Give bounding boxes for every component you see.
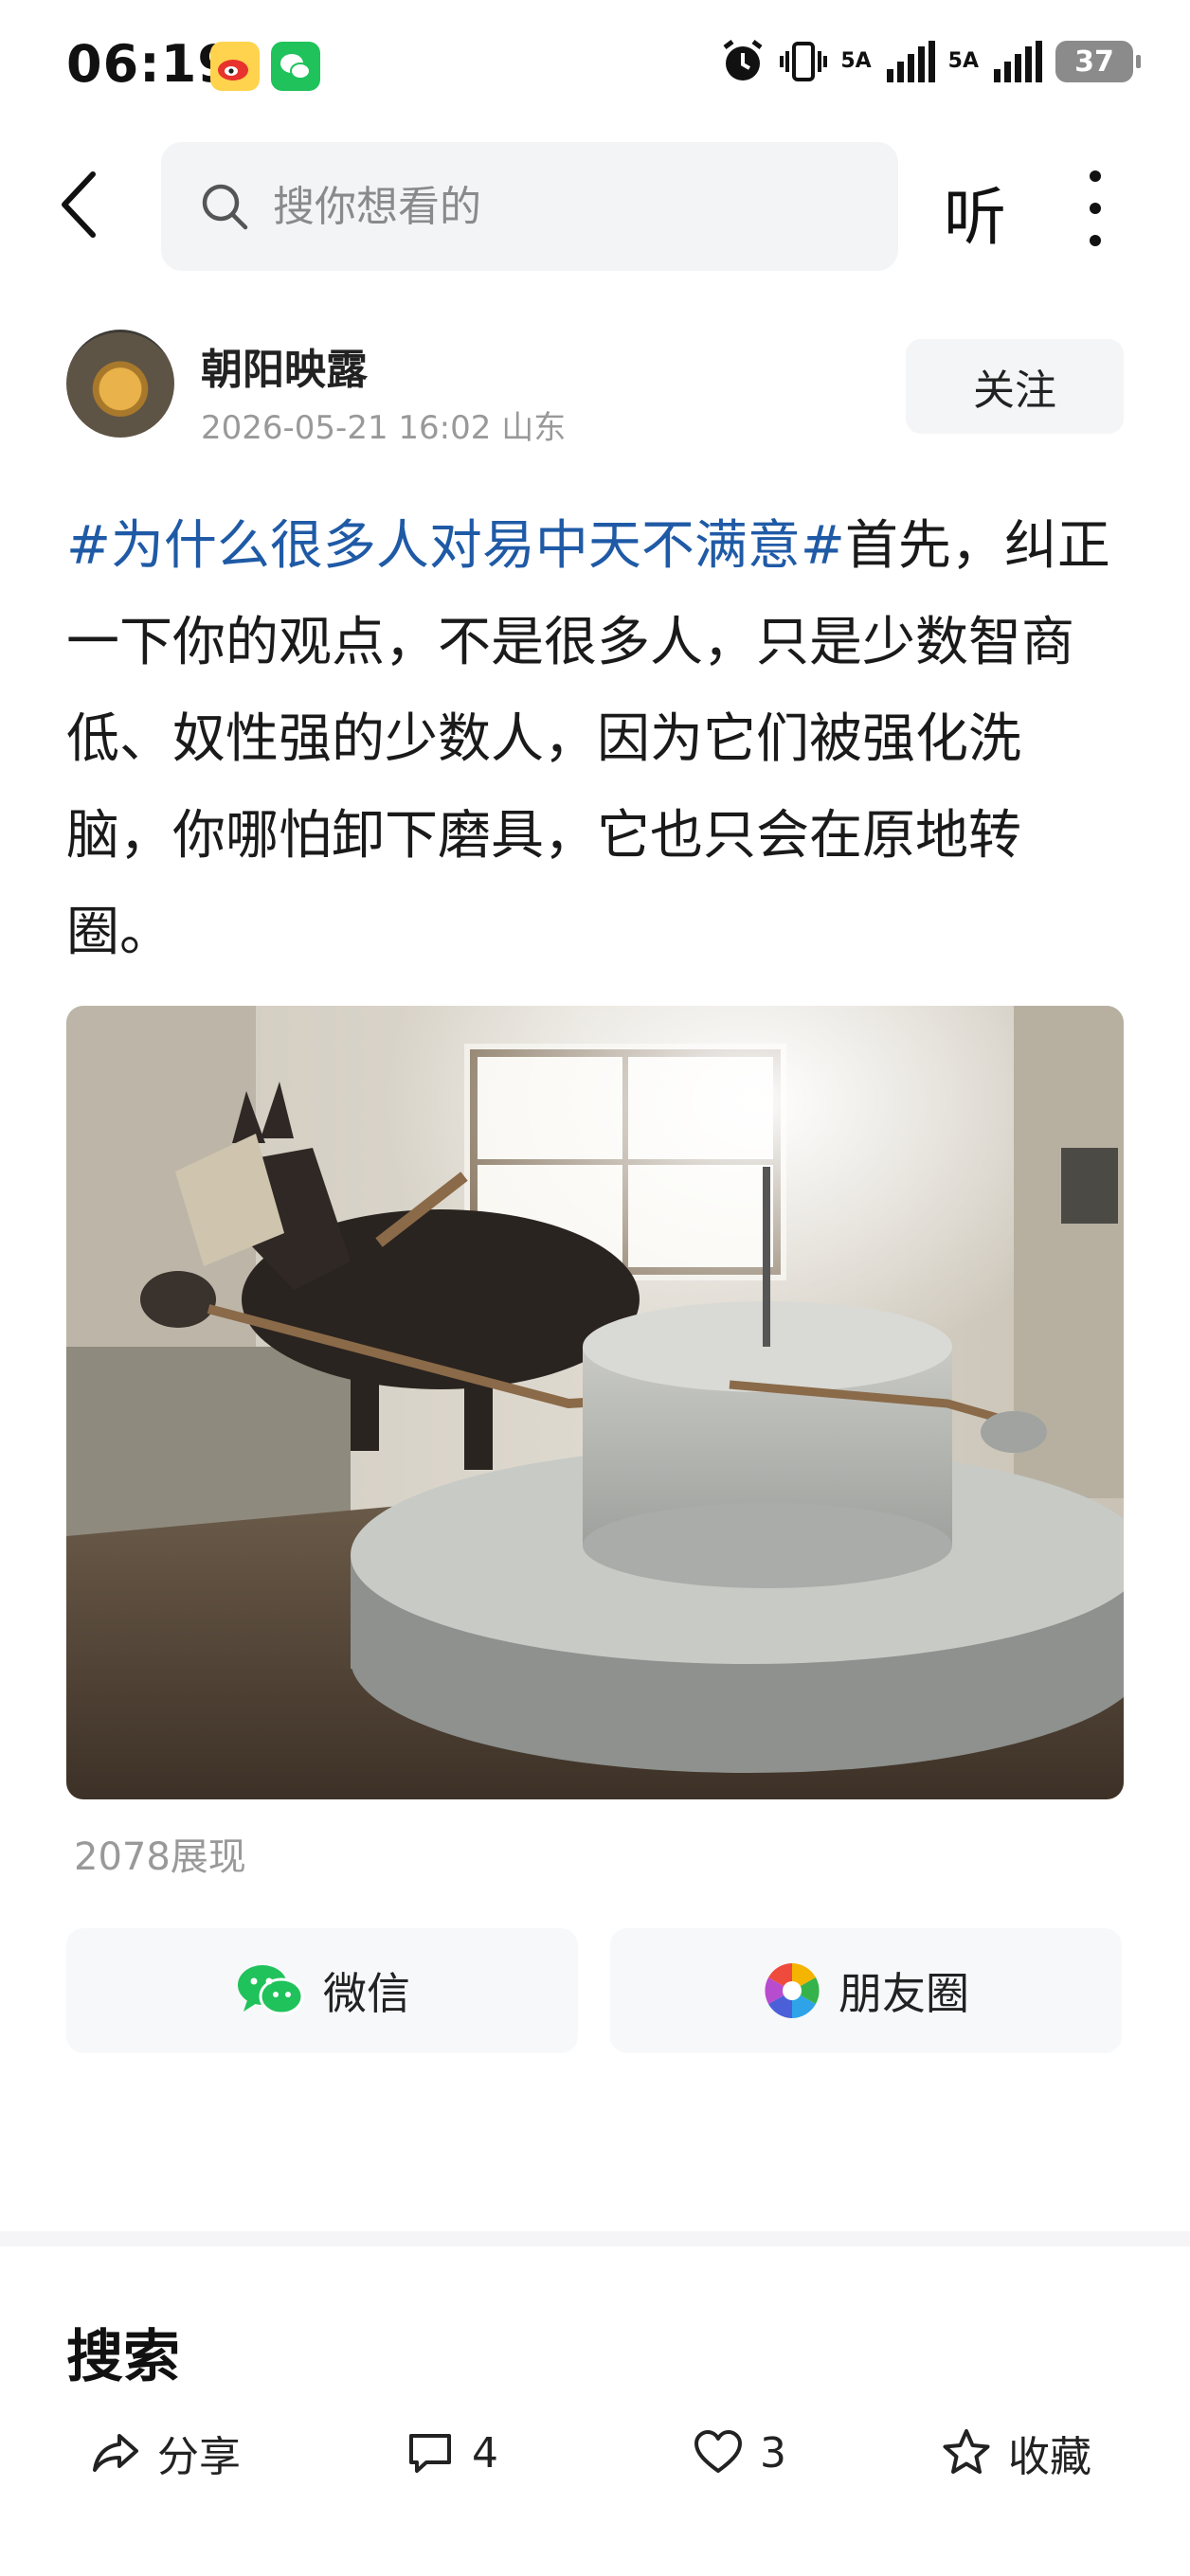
status-bar: 06:19 5A 5A 37: [0, 0, 1190, 133]
system-status-icons: 5A 5A 37: [719, 38, 1141, 85]
post-body: #为什么很多人对易中天不满意#首先，纠正一下你的观点，不是很多人，只是少数智商低…: [66, 498, 1124, 981]
donkey-millstone-photo: [66, 1006, 1124, 1799]
hashtag-link[interactable]: #为什么很多人对易中天不满意#: [66, 515, 845, 577]
signal-icon: [994, 41, 1042, 82]
network-type-1: 5A: [840, 49, 872, 73]
weibo-app-icon: [210, 42, 260, 91]
share-icon: [93, 2434, 138, 2472]
wechat-icon: [238, 1965, 304, 2015]
more-dot-icon: [1090, 235, 1101, 246]
share-button[interactable]: 分享: [89, 2415, 241, 2491]
more-dot-icon: [1090, 203, 1101, 214]
back-button[interactable]: [53, 167, 110, 242]
avatar[interactable]: [66, 330, 174, 438]
search-icon: [202, 184, 248, 230]
share-moments-button[interactable]: 朋友圈: [610, 1928, 1122, 2053]
section-divider: [0, 2231, 1190, 2246]
author-name[interactable]: 朝阳映露: [201, 335, 368, 396]
share-moments-label: 朋友圈: [838, 1968, 969, 2019]
search-section-heading: 搜索: [66, 2324, 180, 2390]
favorite-label: 收藏: [1008, 2433, 1091, 2481]
favorite-button[interactable]: 收藏: [940, 2415, 1091, 2491]
battery-icon: 37: [1055, 41, 1141, 82]
more-options-button[interactable]: [1076, 170, 1114, 246]
battery-level: 37: [1074, 45, 1114, 79]
search-input[interactable]: [273, 182, 841, 231]
signal-icon: [886, 41, 935, 82]
star-icon: [943, 2429, 990, 2474]
author-row: 朝阳映露 2026-05-21 16:02 山东 关注: [66, 330, 1124, 447]
search-bar[interactable]: [161, 142, 898, 271]
alarm-icon: [723, 40, 763, 80]
share-label: 分享: [157, 2433, 241, 2481]
like-count: 3: [760, 2428, 786, 2478]
comment-count: 4: [472, 2428, 498, 2478]
more-dot-icon: [1090, 170, 1101, 182]
comment-icon: [409, 2434, 451, 2473]
share-wechat-label: 微信: [323, 1968, 410, 2019]
bottom-action-bar: 分享 4 3 收藏: [0, 2406, 1190, 2500]
listen-button[interactable]: 听: [944, 167, 1006, 258]
back-arrow-icon: [62, 171, 96, 238]
vibrate-icon: [780, 42, 828, 81]
status-time: 06:19: [66, 34, 234, 94]
post-image[interactable]: [66, 1006, 1124, 1799]
share-wechat-button[interactable]: 微信: [66, 1928, 578, 2053]
network-type-2: 5A: [947, 49, 979, 73]
view-count: 2078展现: [74, 1835, 246, 1879]
moments-icon: [765, 1963, 820, 2018]
top-nav: 听: [0, 133, 1190, 280]
heart-icon: [694, 2430, 742, 2473]
post-body-text: 首先，纠正一下你的观点，不是很多人，只是少数智商低、奴性强的少数人，因为它们被强…: [66, 515, 1110, 963]
comment-button[interactable]: 4: [404, 2415, 498, 2491]
like-button[interactable]: 3: [692, 2415, 786, 2491]
post-meta: 2026-05-21 16:02 山东: [201, 409, 567, 447]
follow-button[interactable]: 关注: [906, 339, 1124, 434]
wechat-app-icon: [271, 42, 320, 91]
